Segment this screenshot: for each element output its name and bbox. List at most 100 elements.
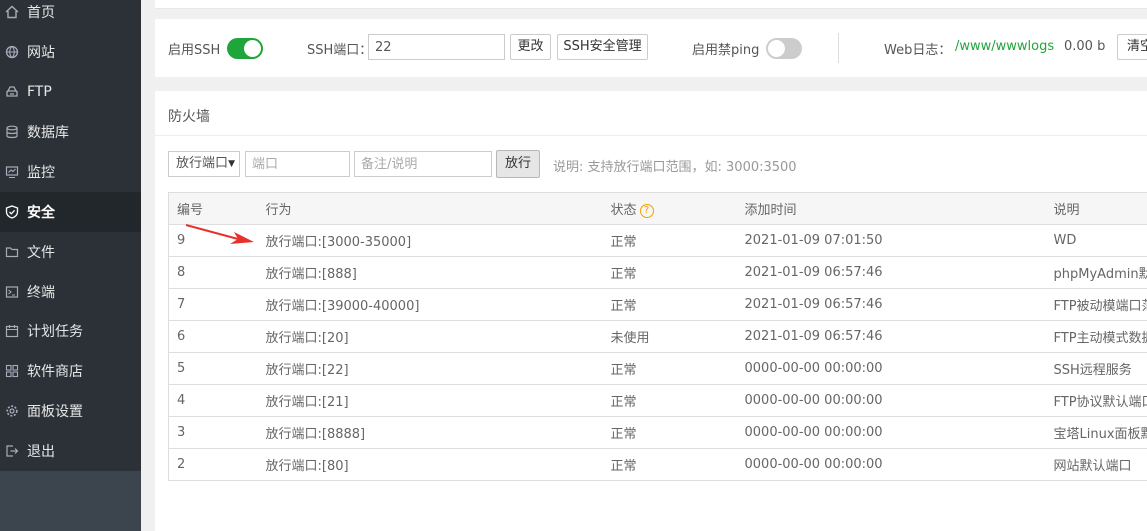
globe-icon — [5, 45, 19, 59]
col-header-status-label: 状态 — [610, 203, 637, 218]
rule-status: 正常 — [602, 352, 737, 385]
rule-description: SSH远程服务 — [1045, 352, 1147, 385]
rule-id: 7 — [168, 288, 258, 321]
rule-status: 正常 — [602, 416, 737, 449]
col-header-action: 行为 — [257, 192, 603, 225]
table-header-row: 编号 行为 状态? 添加时间 说明 — [168, 192, 1147, 225]
sidebar-item-label: 网站 — [27, 45, 55, 61]
rule-id: 8 — [168, 256, 258, 289]
rule-status: 正常 — [602, 224, 737, 257]
help-icon[interactable]: ? — [639, 203, 654, 218]
remark-input[interactable] — [354, 151, 492, 177]
ping-toggle[interactable] — [766, 38, 802, 59]
col-header-time: 添加时间 — [736, 192, 1046, 225]
rule-status: 正常 — [602, 256, 737, 289]
apps-icon — [5, 364, 19, 378]
rule-added-time: 2021-01-09 06:57:46 — [736, 256, 1046, 289]
sidebar-item-label: 安全 — [27, 205, 55, 221]
ssh-port-label: SSH端口： — [307, 43, 373, 58]
rule-description: FTP协议默认端口 — [1045, 384, 1147, 417]
sidebar-item-website[interactable]: 网站 — [0, 32, 141, 72]
annotation-arrow-icon — [185, 224, 254, 244]
firewall-title: 防火墙 — [168, 109, 210, 125]
web-log-path-link[interactable]: /www/wwwlogs — [955, 39, 1054, 54]
table-row: 5 放行端口:[22] 正常 0000-00-00 00:00:00 SSH远程服务 — [168, 352, 1147, 385]
col-header-status: 状态? — [602, 192, 737, 225]
rule-status: 正常 — [602, 384, 737, 417]
ssh-security-manage-button[interactable]: SSH安全管理 — [557, 34, 648, 60]
sidebar-item-label: 退出 — [27, 444, 55, 460]
sidebar-item-label: 软件商店 — [27, 364, 83, 380]
web-log-label: Web日志： — [884, 43, 952, 58]
sidebar-item-label: 文件 — [27, 245, 55, 261]
rule-action: 放行端口:[3000-35000] — [257, 224, 603, 257]
rule-description: FTP被动模端口范围 — [1045, 288, 1147, 321]
sidebar-item-label: 首页 — [27, 5, 55, 21]
ssh-settings-bar: 启用SSH SSH端口： 更改 SSH安全管理 启用禁ping Web日志： /… — [155, 19, 1147, 77]
sidebar-item-label: 计划任务 — [27, 324, 83, 340]
clear-log-button[interactable]: 清空 — [1117, 34, 1147, 60]
change-port-button[interactable]: 更改 — [510, 34, 551, 60]
rule-added-time: 0000-00-00 00:00:00 — [736, 384, 1046, 417]
sidebar-item-settings[interactable]: 面板设置 — [0, 391, 141, 431]
toggle-knob — [768, 40, 785, 57]
rule-status: 正常 — [602, 288, 737, 321]
sidebar-item-store[interactable]: 软件商店 — [0, 351, 141, 391]
sidebar-item-label: 面板设置 — [27, 404, 83, 420]
allow-port-button[interactable]: 放行 — [496, 150, 540, 178]
monitor-icon — [5, 165, 19, 179]
rule-added-time: 0000-00-00 00:00:00 — [736, 448, 1046, 481]
sidebar-item-logout[interactable]: 退出 — [0, 431, 141, 471]
rule-id: 4 — [168, 384, 258, 417]
port-input[interactable] — [245, 151, 350, 177]
col-header-desc: 说明 — [1045, 192, 1147, 225]
terminal-icon — [5, 285, 19, 299]
main-content: 启用SSH SSH端口： 更改 SSH安全管理 启用禁ping Web日志： /… — [141, 0, 1147, 531]
rule-action: 放行端口:[20] — [257, 320, 603, 353]
sidebar-item-ftp[interactable]: FTP — [0, 72, 141, 112]
divider — [838, 33, 839, 63]
table-row: 4 放行端口:[21] 正常 0000-00-00 00:00:00 FTP协议默认端口 — [168, 384, 1147, 417]
database-icon — [5, 125, 19, 139]
rule-type-value: 放行端口 — [176, 156, 229, 171]
rule-id: 2 — [168, 448, 258, 481]
sidebar-item-files[interactable]: 文件 — [0, 232, 141, 272]
logout-icon — [5, 444, 19, 458]
table-row: 8 放行端口:[888] 正常 2021-01-09 06:57:46 phpMyAdm… — [168, 256, 1147, 289]
rule-id: 6 — [168, 320, 258, 353]
home-icon — [5, 5, 19, 19]
calendar-icon — [5, 324, 19, 338]
firewall-panel: 防火墙 放行端口 ▼ 放行 说明: 支持放行端口范围，如: 3000:3500 … — [155, 91, 1147, 531]
sidebar-item-label: 终端 — [27, 285, 55, 301]
top-panel-edge — [155, 0, 1147, 9]
ftp-icon — [5, 85, 19, 99]
rule-added-time: 2021-01-09 07:01:50 — [736, 224, 1046, 257]
sidebar-item-cron[interactable]: 计划任务 — [0, 311, 141, 351]
rule-action: 放行端口:[22] — [257, 352, 603, 385]
rule-status: 未使用 — [602, 320, 737, 353]
sidebar-item-home[interactable]: 首页 — [0, 0, 141, 32]
rule-added-time: 0000-00-00 00:00:00 — [736, 352, 1046, 385]
divider — [155, 135, 1147, 136]
sidebar-item-label: 监控 — [27, 165, 55, 181]
gear-icon — [5, 404, 19, 418]
rule-description: 宝塔Linux面板默认端口 — [1045, 416, 1147, 449]
table-row: 3 放行端口:[8888] 正常 0000-00-00 00:00:00 宝塔Linux… — [168, 416, 1147, 449]
sidebar-item-terminal[interactable]: 终端 — [0, 272, 141, 312]
rule-added-time: 0000-00-00 00:00:00 — [736, 416, 1046, 449]
rule-added-time: 2021-01-09 06:57:46 — [736, 320, 1046, 353]
sidebar-item-monitor[interactable]: 监控 — [0, 152, 141, 192]
rule-status: 正常 — [602, 448, 737, 481]
rule-action: 放行端口:[888] — [257, 256, 603, 289]
table-row: 9 放行端口:[3000-35000] 正常 2021-01-09 07:01:50 W… — [168, 224, 1147, 257]
sidebar-item-database[interactable]: 数据库 — [0, 112, 141, 152]
rule-action: 放行端口:[39000-40000] — [257, 288, 603, 321]
sidebar-menu: 首页 网站 FTP 数据库 监控 安全 文件 终端 计划任务 软件商店 面板设置… — [0, 0, 141, 471]
port-range-hint: 说明: 支持放行端口范围，如: 3000:3500 — [553, 160, 797, 175]
ssh-toggle[interactable] — [227, 38, 263, 59]
sidebar-item-security[interactable]: 安全 — [0, 192, 141, 232]
rule-description: WD — [1045, 224, 1147, 257]
firewall-rules-table: 编号 行为 状态? 添加时间 说明 9 放行端口:[3000-35000] 正常 20… — [168, 192, 1147, 481]
rule-type-select[interactable]: 放行端口 ▼ — [168, 151, 240, 177]
ssh-port-input[interactable] — [368, 34, 505, 60]
